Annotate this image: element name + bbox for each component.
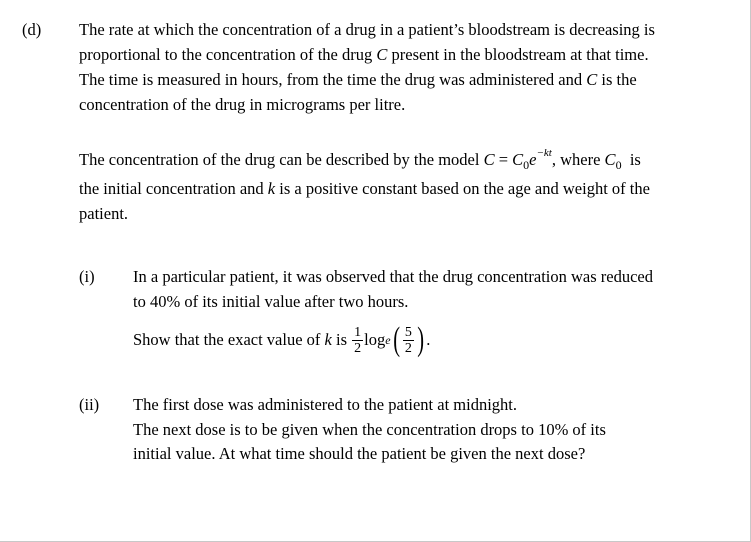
part-ii-line1: The first dose was administered to the p… — [133, 395, 517, 414]
var-C: C — [376, 45, 388, 64]
var-C: C — [586, 70, 598, 89]
part-i-line2: to 40% of its initial value after two ho… — [133, 292, 409, 311]
fraction-one-half: 12 — [352, 324, 364, 356]
part-label-ii: (ii) — [79, 395, 100, 414]
fraction-five-halves: 52 — [402, 324, 414, 356]
part-label-d: (d) — [22, 20, 42, 39]
model-equation: C = C0e−kt — [483, 147, 552, 172]
para1-line3: The time is measured in hours, from the … — [79, 70, 637, 89]
para2-line3: patient. — [79, 204, 129, 223]
para1-line1: The rate at which the concentration of a… — [79, 20, 655, 39]
para1-line2: proportional to the concentration of the… — [79, 45, 649, 64]
part-label-i: (i) — [79, 267, 95, 286]
part-i-line1: In a particular patient, it was observed… — [133, 267, 654, 286]
left-paren: ( — [392, 321, 400, 358]
para2-line1: The concentration of the drug can be des… — [79, 147, 641, 172]
part-i-line3: Show that the exact value of k is 12 log… — [133, 321, 431, 358]
log-function: log — [364, 330, 386, 349]
right-paren: ) — [417, 321, 424, 358]
part-ii-line3: initial value. At what time should the p… — [133, 444, 586, 463]
para2-line2: the initial concentration and k is a pos… — [79, 179, 650, 198]
para1-line4: concentration of the drug in micrograms … — [79, 95, 406, 114]
part-ii-line2: The next dose is to be given when the co… — [133, 420, 606, 439]
